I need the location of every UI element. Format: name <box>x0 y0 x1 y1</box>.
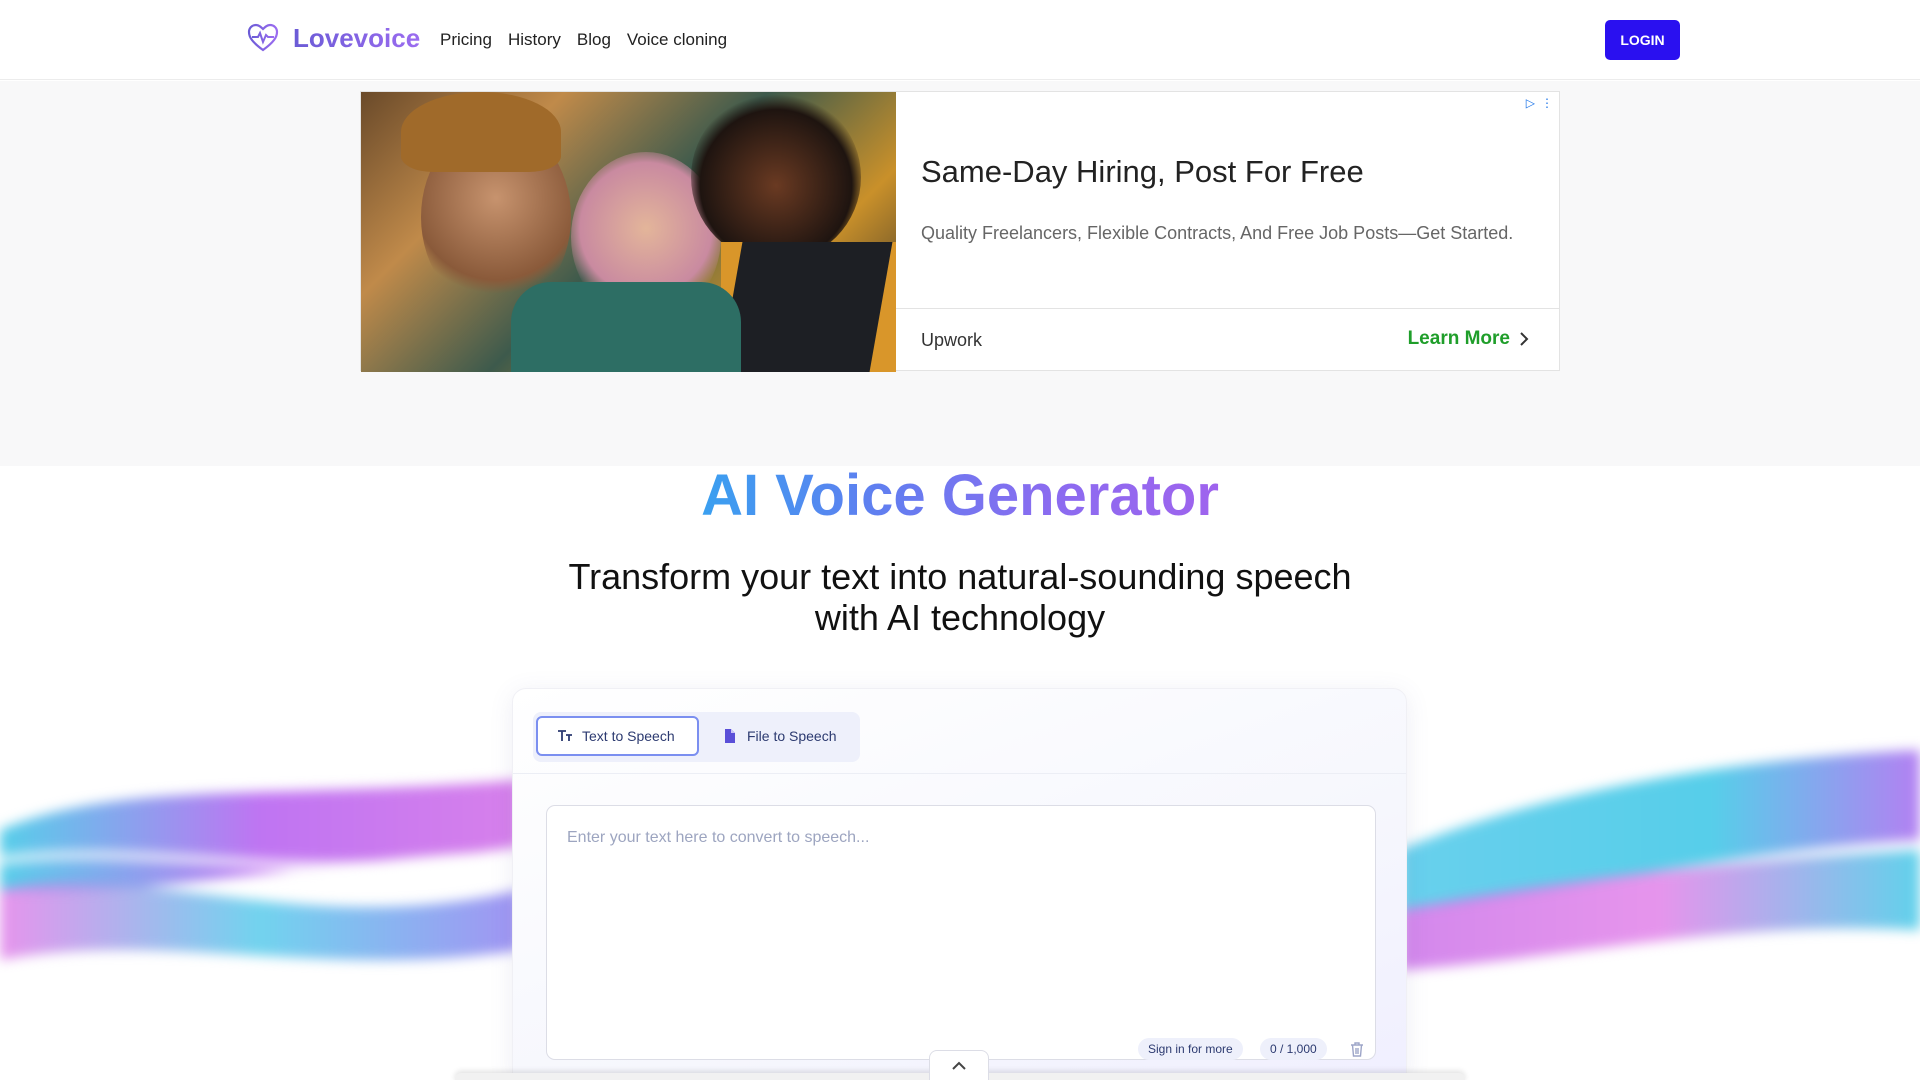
ad-footer: Upwork Learn More <box>896 308 1560 371</box>
character-count: 0 / 1,000 <box>1260 1038 1327 1060</box>
nav-links: Pricing History Blog Voice cloning <box>440 30 727 50</box>
trash-icon[interactable] <box>1348 1040 1366 1058</box>
ad-play-icon[interactable]: ▷ <box>1526 96 1535 110</box>
page-title: AI Voice Generator <box>701 463 1219 528</box>
ad-image[interactable] <box>361 92 896 372</box>
file-icon <box>725 729 735 743</box>
tab-text-to-speech[interactable]: Text to Speech <box>536 716 699 756</box>
ad-title[interactable]: Same-Day Hiring, Post For Free <box>921 154 1364 190</box>
chevron-up-icon <box>952 1061 966 1070</box>
heart-pulse-icon <box>247 23 279 52</box>
converter-tabs: Text to Speech File to Speech <box>533 712 860 762</box>
converter-card: Text to Speech File to Speech Sign in fo… <box>512 688 1407 1080</box>
advertisement[interactable]: ▷ ⋮ Same-Day Hiring, Post For Free Quali… <box>360 91 1560 372</box>
chevron-right-icon <box>1520 332 1529 346</box>
sign-in-for-more-button[interactable]: Sign in for more <box>1138 1038 1243 1060</box>
learn-more-label: Learn More <box>1407 328 1510 349</box>
hero-subtitle: Transform your text into natural-soundin… <box>568 556 1352 638</box>
top-navigation: Lovevoice Pricing History Blog Voice clo… <box>0 0 1920 80</box>
text-input-area: Sign in for more 0 / 1,000 <box>546 805 1376 1060</box>
ad-description: Quality Freelancers, Flexible Contracts,… <box>921 223 1514 243</box>
nav-link-pricing[interactable]: Pricing <box>440 30 492 50</box>
logo[interactable]: Lovevoice <box>247 22 420 54</box>
collapse-toggle[interactable] <box>929 1050 989 1080</box>
logo-text: Lovevoice <box>293 22 421 53</box>
decorative-wave-right <box>1400 750 1920 970</box>
nav-link-voice-cloning[interactable]: Voice cloning <box>627 30 727 50</box>
tab-label: File to Speech <box>747 728 837 744</box>
more-vertical-icon[interactable]: ⋮ <box>1541 96 1553 110</box>
decorative-wave-left <box>0 780 520 960</box>
tab-label: Text to Speech <box>582 728 675 744</box>
divider <box>513 773 1406 774</box>
nav-link-history[interactable]: History <box>508 30 561 50</box>
login-button[interactable]: LOGIN <box>1605 20 1680 60</box>
ad-choices[interactable]: ▷ ⋮ <box>1526 96 1553 110</box>
nav-link-blog[interactable]: Blog <box>577 30 611 50</box>
learn-more-link[interactable]: Learn More <box>1408 328 1530 350</box>
ad-brand[interactable]: Upwork <box>921 330 982 351</box>
tab-file-to-speech[interactable]: File to Speech <box>703 716 856 756</box>
text-input[interactable] <box>547 806 1375 1059</box>
text-icon <box>558 730 572 741</box>
